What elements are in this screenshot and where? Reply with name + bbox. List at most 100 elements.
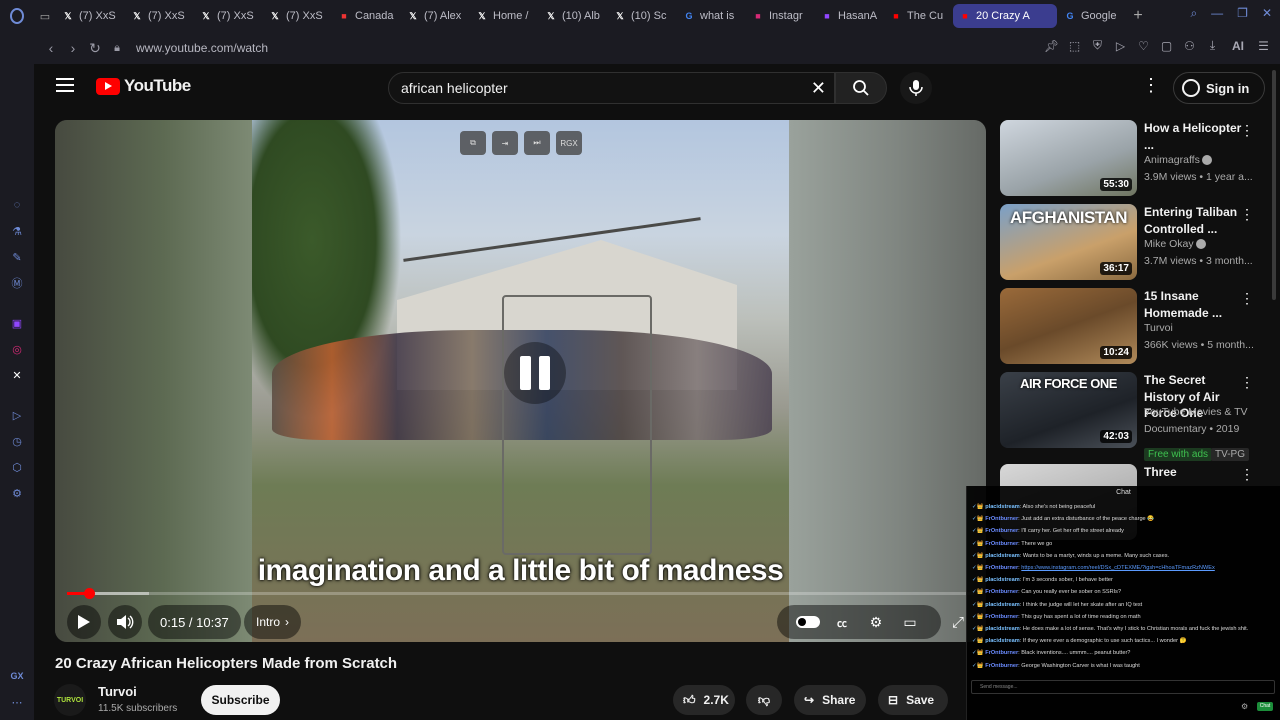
instagram-icon[interactable]: ◎ xyxy=(9,341,25,357)
music-icon[interactable]: Ⓜ xyxy=(9,275,25,291)
minimize-icon[interactable]: — xyxy=(1211,6,1223,21)
chat-settings-icon[interactable]: ⚙ xyxy=(1241,702,1248,711)
progress-bar[interactable] xyxy=(67,588,974,599)
browser-tab[interactable]: 𝕏 (10) Sc xyxy=(608,4,676,28)
shield-icon[interactable]: ⛨ xyxy=(1089,38,1106,53)
video-player[interactable]: ⧉ ⇥ ⏭ RGX imagination and a little bit o… xyxy=(55,120,986,642)
subscribe-button[interactable]: Subscribe xyxy=(201,685,280,715)
channel-avatar[interactable]: TURVOI xyxy=(54,684,86,716)
new-tab-button[interactable]: + xyxy=(1126,7,1150,25)
channel-name[interactable]: Animagraffs xyxy=(1144,154,1212,166)
search-input[interactable]: african helicopter ✕ xyxy=(388,72,835,104)
more-actions-icon[interactable]: ⋮ xyxy=(1240,122,1254,139)
menu-icon[interactable]: ☰ xyxy=(1255,39,1272,53)
search-button[interactable] xyxy=(835,72,887,104)
reload-icon[interactable]: ↻ xyxy=(84,37,106,59)
player-icon[interactable]: ▷ xyxy=(9,407,25,423)
pause-overlay-icon[interactable] xyxy=(504,342,566,404)
video-thumbnail[interactable]: 55:30 xyxy=(1000,120,1137,196)
video-title[interactable]: How a Helicopter ... xyxy=(1144,120,1249,153)
browser-tab[interactable]: ■ Canada xyxy=(332,4,400,28)
browser-tab[interactable]: 𝕏 (7) XxS xyxy=(194,4,262,28)
guide-menu-icon[interactable] xyxy=(56,78,74,92)
chat-username[interactable]: FrOntburner xyxy=(985,541,1018,547)
channel-name[interactable]: Turvoi xyxy=(1144,322,1173,334)
scrubber-handle[interactable] xyxy=(83,588,95,599)
opera-logo-icon[interactable] xyxy=(0,8,34,24)
chat-input[interactable]: Send message... xyxy=(971,680,1275,694)
rgx-button[interactable]: RGX xyxy=(556,131,582,155)
skip-icon[interactable]: ⏭ xyxy=(524,131,550,155)
theater-mode-icon[interactable]: ▭ xyxy=(893,614,927,631)
chat-username[interactable]: placidstream xyxy=(985,626,1020,632)
chat-link[interactable]: https://www.instagram.com/reel/DSx_cDTEX… xyxy=(1021,565,1215,571)
video-thumbnail[interactable]: AIR FORCE ONE 42:03 xyxy=(1000,372,1137,448)
twitch-icon[interactable]: ▣ xyxy=(9,315,25,331)
play-button[interactable] xyxy=(67,605,101,639)
gx-logo[interactable]: GX xyxy=(9,668,25,684)
chat-username[interactable]: FrOntburner xyxy=(985,663,1018,669)
browser-tab[interactable]: 𝕏 (7) XxS xyxy=(125,4,193,28)
enter-icon[interactable]: ⇥ xyxy=(492,131,518,155)
video-title[interactable]: 15 Insane Homemade ... xyxy=(1144,288,1249,321)
crypto-icon[interactable]: ⚗ xyxy=(9,223,25,239)
video-title[interactable]: Entering Taliban Controlled ... xyxy=(1144,204,1249,237)
cube-icon[interactable]: ⬡ xyxy=(9,459,25,475)
like-button[interactable]: 👍︎ 2.7K xyxy=(673,685,735,715)
more-actions-icon[interactable]: ⋮ xyxy=(1240,466,1254,483)
chapter-button[interactable]: Intro › xyxy=(244,605,302,639)
chat-username[interactable]: placidstream xyxy=(985,553,1020,559)
more-actions-icon[interactable]: ⋮ xyxy=(1240,206,1254,223)
settings-more-icon[interactable]: ⋮ xyxy=(1142,76,1160,94)
browser-tab[interactable]: Gwhat is xyxy=(677,4,745,28)
search-tabs-icon[interactable]: ⌕ xyxy=(1190,6,1197,21)
browser-tab[interactable]: ■ 20 Crazy A xyxy=(953,4,1057,28)
browser-tab[interactable]: 𝕏 (7) Alex xyxy=(401,4,469,28)
browser-tab[interactable]: 𝕏 Home / xyxy=(470,4,538,28)
chat-username[interactable]: placidstream xyxy=(985,577,1020,583)
chat-username[interactable]: FrOntburner xyxy=(985,516,1018,522)
chat-username[interactable]: FrOntburner xyxy=(985,614,1018,620)
page-scrollbar[interactable] xyxy=(1272,70,1276,300)
play-extension-icon[interactable]: ▷ xyxy=(1112,39,1129,53)
settings-icon[interactable]: ⚙ xyxy=(9,485,25,501)
youtube-logo[interactable]: YouTube xyxy=(96,76,191,96)
video-thumbnail[interactable]: AFGHANISTAN 36:17 xyxy=(1000,204,1137,280)
heart-icon[interactable]: ♡ xyxy=(1135,39,1152,53)
dislike-button[interactable]: 👎︎ xyxy=(746,685,782,715)
close-window-icon[interactable]: ✕ xyxy=(1262,6,1272,21)
chat-send-button[interactable]: Chat xyxy=(1257,702,1273,711)
x-sidebar-icon[interactable]: ✕ xyxy=(9,367,25,383)
download-icon[interactable]: ⤓ xyxy=(1204,38,1221,53)
pen-icon[interactable]: ✎ xyxy=(9,249,25,265)
history-icon[interactable]: ◷ xyxy=(9,433,25,449)
captions-icon[interactable]: ㏄ xyxy=(825,615,859,630)
chat-username[interactable]: placidstream xyxy=(985,602,1020,608)
profile-icon[interactable]: ⚇ xyxy=(1181,39,1198,53)
maximize-icon[interactable]: ❐ xyxy=(1237,6,1248,21)
recommended-video[interactable]: AIR FORCE ONE 42:03 The Secret History of … xyxy=(1000,372,1280,461)
wallet-icon[interactable]: ▢ xyxy=(1158,39,1175,53)
url-field[interactable]: www.youtube.com/watch xyxy=(136,41,268,55)
browser-tab[interactable]: ■ HasanA xyxy=(815,4,883,28)
volume-button[interactable] xyxy=(108,605,142,639)
chat-username[interactable]: placidstream xyxy=(985,504,1020,510)
recommended-video[interactable]: 10:24 15 Insane Homemade ... ⋮ Turvoi 366K v… xyxy=(1000,288,1280,364)
save-button[interactable]: ⊟ Save xyxy=(878,685,948,715)
recommended-video[interactable]: AFGHANISTAN 36:17 Entering Taliban Control… xyxy=(1000,204,1280,280)
chat-username[interactable]: placidstream xyxy=(985,638,1020,644)
channel-name[interactable]: Turvoi xyxy=(98,684,137,699)
workspace-icon[interactable]: ▭ xyxy=(34,10,56,23)
video-title[interactable]: Three xyxy=(1144,464,1249,481)
popout-icon[interactable]: ⧉ xyxy=(460,131,486,155)
screenshot-icon[interactable]: ⬚ xyxy=(1066,39,1083,53)
video-thumbnail[interactable]: 10:24 xyxy=(1000,288,1137,364)
browser-tab[interactable]: 𝕏 (7) XxS xyxy=(263,4,331,28)
browser-tab[interactable]: ■ Instagr xyxy=(746,4,814,28)
autoplay-toggle[interactable] xyxy=(791,616,825,628)
channel-name[interactable]: Mike Okay xyxy=(1144,238,1206,250)
channel-name[interactable]: YouTube Movies & TV xyxy=(1144,406,1254,418)
browser-tab[interactable]: G Google xyxy=(1058,4,1126,28)
recommended-video[interactable]: 55:30 How a Helicopter ... ⋮ Animagraffs 3.9… xyxy=(1000,120,1280,196)
ai-button[interactable]: AI xyxy=(1227,39,1249,53)
